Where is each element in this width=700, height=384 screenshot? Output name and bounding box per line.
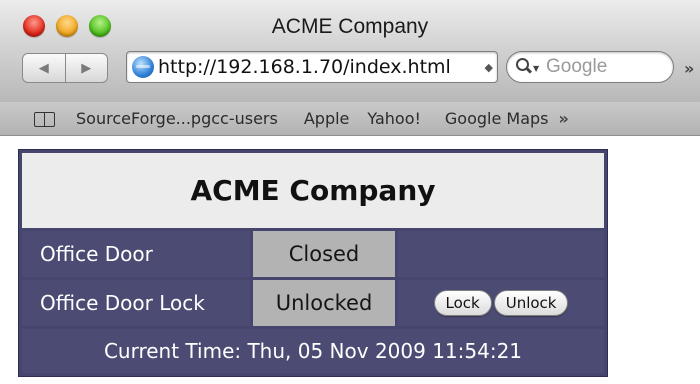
back-button[interactable]: ◀ bbox=[23, 54, 65, 82]
forward-button[interactable]: ▶ bbox=[64, 54, 108, 82]
bookmark-yahoo[interactable]: Yahoo! bbox=[367, 109, 421, 128]
office-door-label: Office Door bbox=[22, 231, 250, 277]
address-bar[interactable]: http://192.168.1.70/index.html ◆ bbox=[126, 51, 498, 83]
search-icon[interactable]: ▼ bbox=[516, 58, 542, 76]
url-dropdown-icon[interactable]: ◆ bbox=[485, 61, 493, 74]
bookmark-apple[interactable]: Apple bbox=[304, 109, 350, 128]
search-field[interactable]: ▼ Google bbox=[506, 51, 674, 83]
title-bar: ACME Company bbox=[0, 0, 700, 44]
office-door-actions bbox=[398, 231, 604, 277]
back-arrow-icon: ◀ bbox=[38, 60, 49, 76]
bookmarks-bar: SourceForge...pgcc-users Apple Yahoo! Go… bbox=[0, 102, 700, 136]
bookmarks-overflow-icon[interactable]: » bbox=[559, 109, 569, 128]
bookmark-sourceforge[interactable]: SourceForge...pgcc-users bbox=[76, 109, 278, 128]
office-door-lock-status: Unlocked bbox=[253, 280, 395, 326]
table-row: Office Door Lock Unlocked Lock Unlock bbox=[22, 280, 604, 326]
forward-arrow-icon: ▶ bbox=[81, 60, 92, 76]
toolbar-overflow-icon[interactable]: » bbox=[684, 59, 694, 78]
address-bar-url[interactable]: http://192.168.1.70/index.html bbox=[158, 56, 485, 78]
current-time: Current Time: Thu, 05 Nov 2009 11:54:21 bbox=[22, 329, 604, 373]
unlock-button[interactable]: Unlock bbox=[493, 290, 569, 316]
status-table: ACME Company Office Door Closed Office D… bbox=[18, 149, 608, 377]
search-placeholder: Google bbox=[546, 56, 608, 77]
page-heading: ACME Company bbox=[22, 153, 604, 228]
office-door-lock-actions: Lock Unlock bbox=[398, 280, 604, 326]
globe-icon bbox=[132, 56, 154, 78]
table-row: Office Door Closed bbox=[22, 231, 604, 277]
bookmark-google-maps[interactable]: Google Maps bbox=[445, 109, 549, 128]
window-title: ACME Company bbox=[271, 15, 429, 38]
lock-button[interactable]: Lock bbox=[433, 290, 492, 316]
web-page: ACME Company Office Door Closed Office D… bbox=[0, 137, 700, 384]
office-door-status: Closed bbox=[253, 231, 395, 277]
browser-toolbar: ◀ ▶ http://192.168.1.70/index.html ◆ ▼ G… bbox=[0, 44, 700, 102]
office-door-lock-label: Office Door Lock bbox=[22, 280, 250, 326]
navigation-buttons: ◀ ▶ bbox=[22, 53, 108, 83]
bookmarks-book-icon[interactable] bbox=[34, 111, 56, 127]
